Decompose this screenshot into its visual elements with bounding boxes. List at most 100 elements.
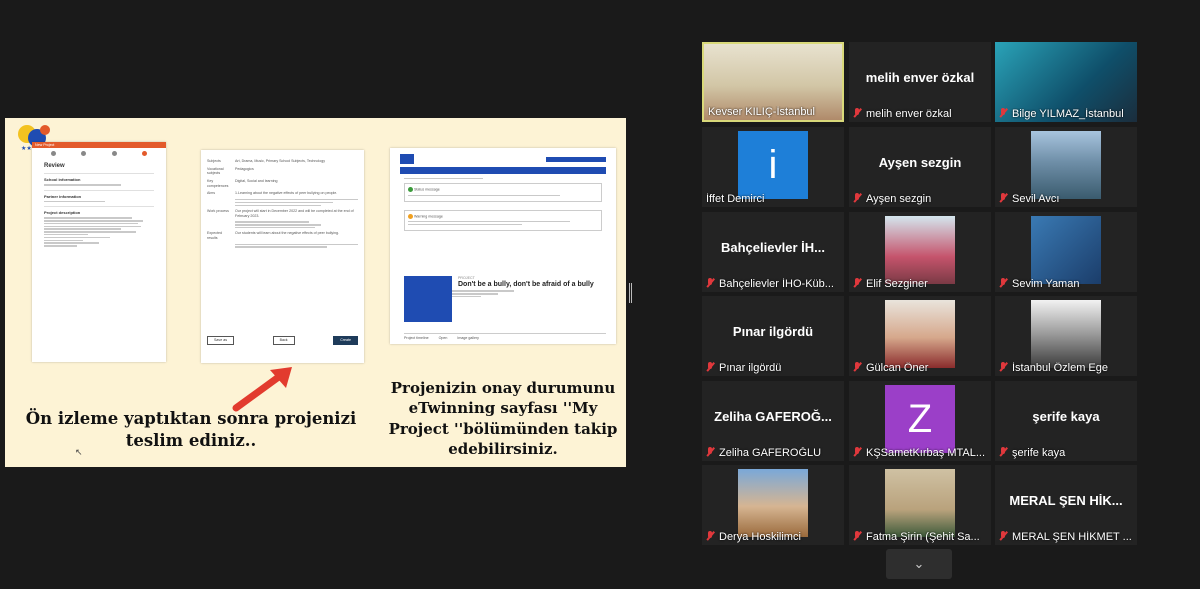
video-feed <box>1031 216 1101 284</box>
participant-tile[interactable]: melih enver özkal melih enver özkal <box>849 42 991 122</box>
participant-tile[interactable]: Bilge YILMAZ_İstanbul <box>995 42 1137 122</box>
participant-name: Ayşen sezgin <box>866 193 932 205</box>
video-feed <box>1031 300 1101 368</box>
tab-project-timeline: Project timeline <box>404 336 429 341</box>
participant-name-label: Gülcan Öner <box>853 362 987 374</box>
project-details-panel: Subjects Art, Drama, Music, Primary Schoo… <box>201 150 364 363</box>
mic-muted-icon <box>706 278 714 288</box>
participant-name: İffet Demirci <box>706 193 765 205</box>
participant-name-label: şerife kaya <box>999 447 1133 459</box>
participant-name: Bilge YILMAZ_İstanbul <box>1012 108 1124 120</box>
video-feed <box>885 216 955 284</box>
participant-tile[interactable]: Fatma Şirin (Şehit Sa... <box>849 465 991 545</box>
chevron-down-icon[interactable]: ⌄ <box>886 549 952 579</box>
participant-tile[interactable]: Kevser KILIÇ-İstanbul <box>702 42 844 122</box>
participant-display-name: şerife kaya <box>1032 409 1100 424</box>
portal-navbar <box>400 167 606 174</box>
participant-tile[interactable]: Sevil Avcı <box>995 127 1137 207</box>
mic-muted-icon <box>706 362 714 372</box>
participant-tile[interactable]: Z KŞSametKırbaş MTAL... <box>849 381 991 461</box>
partner-info-section: Partner information <box>44 189 154 203</box>
participant-name: Zeliha GAFEROĞLU <box>719 447 822 459</box>
splitter-handle[interactable] <box>629 283 632 303</box>
caption-submit: Ön izleme yaptıktan sonra projenizi tesl… <box>25 409 357 451</box>
participant-name: şerife kaya <box>1012 447 1066 459</box>
mic-muted-icon <box>853 108 861 118</box>
participant-tile[interactable]: Gülcan Öner <box>849 296 991 376</box>
participant-name-label: Fatma Şirin (Şehit Sa... <box>853 531 987 543</box>
mic-muted-icon <box>853 531 861 541</box>
save-as-button: Save as <box>207 336 234 345</box>
video-feed <box>738 469 808 537</box>
participant-display-name: melih enver özkal <box>865 70 975 85</box>
mic-muted-icon <box>706 531 714 541</box>
tab-open: Open <box>438 336 448 341</box>
create-button: Create <box>333 336 358 345</box>
mic-muted-icon <box>999 278 1007 288</box>
video-feed <box>885 300 955 368</box>
participant-name: Fatma Şirin (Şehit Sa... <box>866 531 980 543</box>
participant-name-label: Ayşen sezgin <box>853 193 987 205</box>
participant-name: Derya Hoskilimci <box>719 531 801 543</box>
video-feed <box>1031 131 1101 199</box>
participant-name-label: melih enver özkal <box>853 108 987 120</box>
participant-name-label: Zeliha GAFEROĞLU <box>706 447 840 459</box>
participant-name-label: İstanbul Özlem Ege <box>999 362 1133 374</box>
mouse-pointer-icon: ↖ <box>75 447 83 457</box>
avatar: i <box>738 131 808 199</box>
participant-name: Elif Sezginer <box>866 278 928 290</box>
etwinning-portal-panel: Status message Warning message PROJECT D… <box>390 148 616 344</box>
form-steps <box>32 148 166 159</box>
back-button: Back <box>272 336 295 345</box>
participant-name: MERAL ŞEN HİKMET ... <box>1012 531 1132 543</box>
participant-name: Gülcan Öner <box>866 362 929 374</box>
caption-approval: Projenizin onay durumunu eTwinning sayfa… <box>388 379 618 458</box>
participant-display-name: Pınar ilgördü <box>732 324 814 339</box>
participant-name-label: Sevil Avcı <box>999 193 1133 205</box>
participant-name-label: MERAL ŞEN HİKMET ... <box>999 531 1133 543</box>
participant-tile[interactable]: Zeliha GAFEROĞ... Zeliha GAFEROĞLU <box>702 381 844 461</box>
project-image <box>404 276 452 322</box>
avatar: Z <box>885 385 955 453</box>
project-description-section: Project description <box>44 206 154 247</box>
mic-muted-icon <box>706 447 714 457</box>
participant-name: Sevil Avcı <box>1012 193 1060 205</box>
participant-tile[interactable]: şerife kaya şerife kaya <box>995 381 1137 461</box>
participant-tile[interactable]: i İffet Demirci <box>702 127 844 207</box>
video-feed <box>885 469 955 537</box>
participant-name-label: Bahçelievler İHO-Küb... <box>706 278 840 290</box>
eu-flag-icon <box>400 154 414 164</box>
review-form-panel: New Project Review School information Pa… <box>32 142 166 362</box>
participant-name: KŞSametKırbaş MTAL... <box>866 447 986 459</box>
mic-muted-icon <box>853 447 861 457</box>
mic-muted-icon <box>853 362 861 372</box>
participant-display-name: Ayşen sezgin <box>878 155 962 170</box>
participant-tile[interactable]: İstanbul Özlem Ege <box>995 296 1137 376</box>
mic-muted-icon <box>853 278 861 288</box>
participant-name-label: Elif Sezginer <box>853 278 987 290</box>
participant-tile[interactable]: Ayşen sezgin Ayşen sezgin <box>849 127 991 207</box>
participant-tile[interactable]: Elif Sezginer <box>849 212 991 292</box>
participant-name-label: Bilge YILMAZ_İstanbul <box>999 108 1133 120</box>
participant-name-label: İffet Demirci <box>706 193 840 205</box>
participant-tile[interactable]: Pınar ilgördü Pınar ilgördü <box>702 296 844 376</box>
participant-tile[interactable]: Sevim Yaman <box>995 212 1137 292</box>
participant-name: İstanbul Özlem Ege <box>1012 362 1108 374</box>
participant-tile[interactable]: Bahçelievler İH... Bahçelievler İHO-Küb..… <box>702 212 844 292</box>
shared-slide: ★★★ New Project Review School informatio… <box>5 118 626 467</box>
participant-tile[interactable]: MERAL ŞEN HİK... MERAL ŞEN HİKMET ... <box>995 465 1137 545</box>
project-card: PROJECT Don't be a bully, don't be afrai… <box>404 276 604 322</box>
participant-name-label: Sevim Yaman <box>999 278 1133 290</box>
status-notice: Status message <box>404 183 602 202</box>
participant-name: Bahçelievler İHO-Küb... <box>719 278 834 290</box>
participant-name-label: Pınar ilgördü <box>706 362 840 374</box>
participant-tile[interactable]: Derya Hoskilimci <box>702 465 844 545</box>
mic-muted-icon <box>999 447 1007 457</box>
participant-name-label: Derya Hoskilimci <box>706 531 840 543</box>
review-title: Review <box>44 163 65 169</box>
mic-muted-icon <box>853 193 861 203</box>
school-info-section: School information <box>44 173 154 186</box>
participant-display-name: Zeliha GAFEROĞ... <box>714 409 832 424</box>
participant-name: Sevim Yaman <box>1012 278 1080 290</box>
participant-name: melih enver özkal <box>866 108 952 120</box>
